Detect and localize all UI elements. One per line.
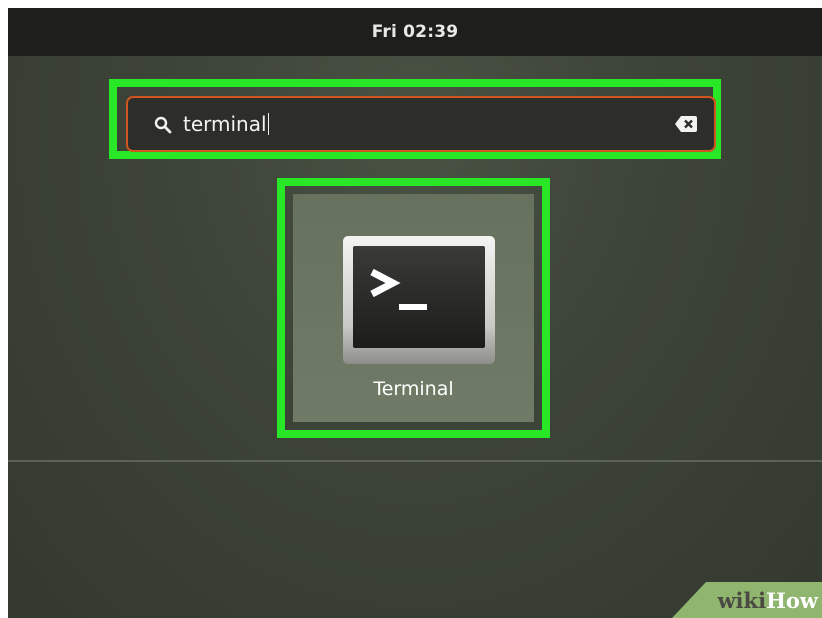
wikihow-watermark: wikiHow	[672, 582, 822, 618]
activities-overview: Fri 02:39 terminal Terminal wikiHow	[8, 8, 822, 618]
top-bar: Fri 02:39	[8, 8, 822, 56]
terminal-app-icon	[343, 236, 495, 364]
app-result-terminal[interactable]: Terminal	[293, 194, 534, 422]
search-query: terminal	[183, 112, 269, 136]
watermark-how: How	[766, 588, 818, 613]
watermark-wiki: wiki	[717, 588, 767, 613]
watermark-text: wikiHow	[717, 588, 818, 614]
section-divider	[8, 460, 822, 462]
clear-text-icon[interactable]	[674, 114, 698, 134]
text-caret	[267, 113, 269, 135]
search-input[interactable]: terminal	[126, 96, 716, 152]
app-label-terminal: Terminal	[373, 378, 454, 400]
search-icon	[154, 116, 172, 134]
clock[interactable]: Fri 02:39	[372, 22, 459, 42]
